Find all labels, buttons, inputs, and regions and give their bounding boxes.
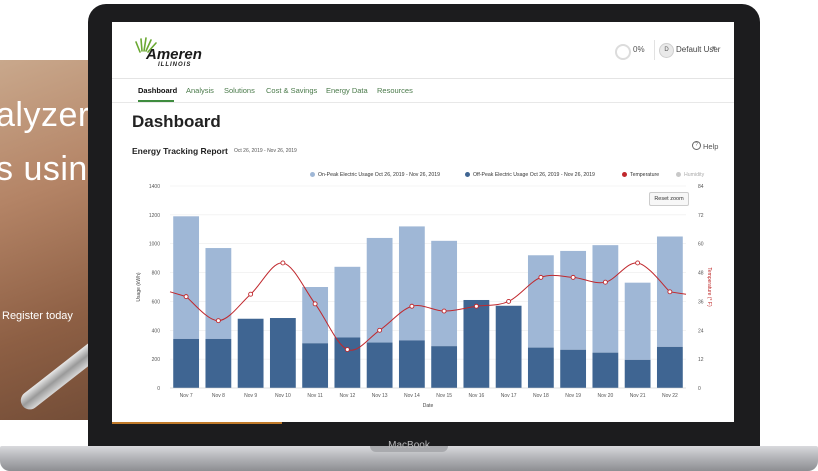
x-tick-label: Nov 22: [662, 393, 678, 399]
temperature-point: [377, 327, 383, 333]
temperature-point: [473, 303, 479, 309]
y-left-tick-label: 0: [157, 386, 160, 392]
temperature-point: [441, 308, 447, 314]
laptop-brand: MacBook: [388, 440, 430, 451]
bar-on-peak: [302, 287, 329, 344]
y-right-tick-label: 24: [698, 328, 704, 334]
bar-off-peak: [560, 349, 587, 388]
bar-off-peak: [495, 305, 522, 388]
y-left-tick-label: 200: [152, 357, 161, 363]
laptop-screen: Ameren ILLINOIS 0% D Default User ▾ Dash…: [112, 22, 734, 422]
x-tick-label: Nov 18: [533, 393, 549, 399]
bar-off-peak: [463, 299, 490, 388]
y-left-tick-label: 1400: [149, 184, 160, 190]
bar-off-peak: [431, 346, 458, 388]
bar-on-peak: [592, 245, 619, 353]
temperature-point: [538, 274, 544, 280]
y-right-tick-label: 48: [698, 271, 704, 277]
bar-off-peak: [592, 352, 619, 388]
bar-off-peak: [269, 318, 296, 388]
bar-off-peak: [205, 338, 232, 388]
x-tick-label: Nov 15: [436, 393, 452, 399]
x-tick-label: Nov 10: [275, 393, 291, 399]
bar-off-peak: [237, 318, 264, 388]
bar-off-peak: [624, 359, 651, 388]
bar-off-peak: [366, 342, 393, 388]
y-left-tick-label: 800: [152, 271, 161, 277]
temperature-point: [635, 260, 641, 266]
bar-off-peak: [173, 338, 200, 388]
y-right-tick-label: 72: [698, 213, 704, 219]
y-left-tick-label: 1200: [149, 213, 160, 219]
x-tick-label: Nov 13: [372, 393, 388, 399]
temperature-point: [215, 318, 221, 324]
x-tick-label: Nov 17: [501, 393, 517, 399]
x-tick-label: Nov 9: [244, 393, 257, 399]
x-tick-label: Nov 20: [597, 393, 613, 399]
bar-on-peak: [366, 237, 393, 343]
y-left-tick-label: 400: [152, 328, 161, 334]
y-right-axis-title: Temperature (° F): [706, 267, 712, 307]
bar-on-peak: [334, 266, 361, 338]
x-tick-label: Nov 21: [630, 393, 646, 399]
y-left-tick-label: 600: [152, 299, 161, 305]
x-tick-label: Nov 8: [212, 393, 225, 399]
x-tick-label: Nov 19: [565, 393, 581, 399]
temperature-point: [312, 301, 318, 307]
temperature-point: [602, 279, 608, 285]
temperature-point: [183, 294, 189, 300]
x-tick-label: Nov 11: [307, 393, 323, 399]
temperature-point: [280, 260, 286, 266]
bar-on-peak: [398, 226, 425, 341]
temperature-point: [570, 274, 576, 280]
bar-on-peak: [560, 250, 587, 350]
x-tick-label: Nov 7: [180, 393, 193, 399]
bar-on-peak: [205, 248, 232, 339]
x-axis-title: Date: [423, 403, 434, 409]
y-right-tick-label: 60: [698, 242, 704, 248]
background-headline-line2: s usin: [0, 150, 88, 188]
temperature-point: [667, 289, 673, 295]
bar-off-peak: [656, 346, 683, 388]
y-left-tick-label: 1000: [149, 242, 160, 248]
bar-off-peak: [527, 347, 554, 388]
bar-off-peak: [334, 337, 361, 388]
bar-on-peak: [624, 282, 651, 360]
x-tick-label: Nov 12: [339, 393, 355, 399]
y-right-tick-label: 0: [698, 386, 701, 392]
bar-off-peak: [302, 343, 329, 388]
y-right-tick-label: 12: [698, 357, 704, 363]
temperature-point: [506, 298, 512, 304]
temperature-point: [409, 303, 415, 309]
bar-on-peak: [527, 255, 554, 348]
y-right-tick-label: 36: [698, 299, 704, 305]
x-tick-label: Nov 14: [404, 393, 420, 399]
y-right-tick-label: 84: [698, 184, 704, 190]
register-link[interactable]: Register today: [2, 310, 73, 322]
bar-on-peak: [431, 240, 458, 347]
x-tick-label: Nov 16: [468, 393, 484, 399]
bar-off-peak: [398, 340, 425, 388]
y-left-axis-title: Usage (kWh): [136, 272, 142, 302]
temperature-point: [344, 347, 350, 352]
background-headline-line1: alyzer: [0, 96, 90, 134]
temperature-point: [248, 291, 254, 297]
bar-on-peak: [173, 216, 200, 339]
energy-chart: 0 200 400 600 800 1000 1200 1400 0 12 24 36 48 60 72 84…: [136, 184, 712, 409]
